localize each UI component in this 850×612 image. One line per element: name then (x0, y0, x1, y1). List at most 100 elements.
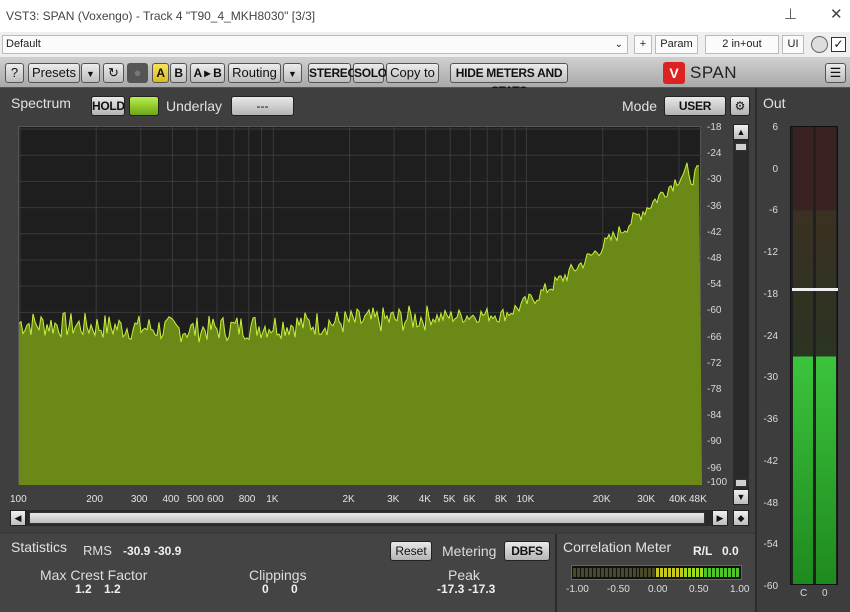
correlation-segment (604, 568, 608, 577)
correlation-segment (664, 568, 668, 577)
hold-led[interactable] (129, 96, 159, 116)
y-tick-label: -18 (707, 122, 722, 133)
y-tick-label: -24 (707, 148, 722, 160)
scroll-left-button[interactable]: ◀ (10, 510, 26, 526)
copy-a-to-b-button[interactable]: A ▸ B (190, 63, 225, 83)
plugin-toolbar: ? Presets ▼ ↻ ● A B A ▸ B Routing ▼ STER… (0, 58, 850, 98)
pin-icon[interactable]: ⊥ (784, 5, 797, 23)
correlation-segment (652, 568, 656, 577)
wet-knob-icon[interactable] (811, 36, 828, 53)
spectrum-plot[interactable] (18, 126, 702, 485)
correlation-segment (588, 568, 592, 577)
hold-button[interactable]: HOLD (91, 96, 125, 116)
x-tick-label: 600 (207, 494, 224, 505)
menu-button[interactable]: ☰ (825, 63, 846, 83)
reset-button[interactable]: Reset (390, 541, 432, 561)
mode-select[interactable]: USER (664, 96, 726, 116)
correlation-segment (640, 568, 644, 577)
vertical-scroll-thumb[interactable] (735, 143, 747, 151)
clippings-label: Clippings (249, 567, 307, 583)
out-tick-label: -24 (763, 330, 778, 342)
metering-select[interactable]: DBFS (504, 541, 550, 561)
horizontal-scroll-thumb[interactable] (29, 512, 705, 524)
correlation-segment (672, 568, 676, 577)
enable-checkbox[interactable]: ✓ (831, 37, 846, 52)
correlation-segment (735, 568, 739, 577)
undo-button[interactable]: ↻ (103, 63, 124, 83)
correlation-segment (668, 568, 672, 577)
preset-select[interactable]: Default ⌄ (2, 35, 628, 54)
underlay-select[interactable]: --- (231, 96, 294, 116)
io-button[interactable]: 2 in+out (705, 35, 779, 54)
host-plugin-bar: Default ⌄ + Param 2 in+out UI ✓ (0, 32, 850, 58)
settings-button[interactable]: ⚙ (730, 96, 750, 116)
state-a-button[interactable]: A (152, 63, 169, 83)
chevron-down-icon: ⌄ (614, 39, 623, 50)
correlation-segment (707, 568, 711, 577)
gear-icon: ⚙ (734, 99, 746, 113)
correlation-segment (715, 568, 719, 577)
solo-button[interactable]: SOLO (353, 63, 387, 83)
presets-dropdown[interactable]: ▼ (81, 63, 100, 83)
vertical-scrollbar[interactable] (733, 124, 749, 505)
correlation-segment (696, 568, 699, 577)
correlation-segment (592, 568, 596, 577)
crest-right-value: 1.2 (104, 582, 121, 596)
y-tick-label: -36 (707, 200, 722, 212)
correlation-segment (580, 568, 584, 577)
reset-zoom-button[interactable]: ◆ (733, 510, 749, 526)
output-meter (790, 126, 838, 585)
correlation-segment (700, 568, 703, 577)
help-button[interactable]: ? (5, 63, 24, 83)
hide-meters-button[interactable]: HIDE METERS AND STATS (450, 63, 568, 98)
correlation-segment (576, 568, 580, 577)
rms-left-value: -30.9 (123, 544, 151, 558)
close-icon[interactable]: ✕ (830, 5, 843, 23)
out-tick-label: -6 (769, 205, 778, 217)
out-tick-label: -54 (763, 539, 778, 551)
product-name: SPAN (690, 63, 738, 82)
param-button[interactable]: Param (655, 35, 698, 54)
scroll-right-button[interactable]: ▶ (712, 510, 728, 526)
routing-button[interactable]: Routing (228, 63, 281, 83)
rms-label: RMS (83, 543, 112, 558)
correlation-segment (680, 568, 684, 577)
ui-button[interactable]: UI (782, 35, 804, 54)
clippings-right-value: 0 (291, 582, 298, 596)
state-b-button[interactable]: B (170, 63, 187, 83)
x-tick-label: 100 (10, 494, 27, 505)
vertical-scroll-thumb-bottom[interactable] (735, 479, 747, 487)
out-tick-label: -36 (763, 414, 778, 426)
scroll-down-button[interactable]: ▼ (733, 489, 749, 505)
peak-left-value: -17.3 (437, 582, 465, 596)
clippings-left-value: 0 (262, 582, 269, 596)
copy-to-button[interactable]: Copy to (386, 63, 439, 83)
redo-button[interactable]: ● (127, 63, 148, 83)
y-tick-label: -54 (707, 279, 722, 291)
peak-hold-line (792, 288, 838, 292)
correlation-tick: -1.00 (566, 584, 589, 595)
correlation-segment (660, 568, 664, 577)
mode-label: Mode (622, 98, 658, 114)
correlation-meter (571, 565, 742, 580)
correlation-segment (600, 568, 604, 577)
metering-label: Metering (442, 543, 497, 559)
correlation-value: 0.0 (722, 544, 739, 558)
correlation-tick: 1.00 (730, 584, 750, 595)
meter-left-channel (793, 127, 813, 584)
x-tick-label: 3K (387, 494, 400, 505)
correlation-segment (719, 568, 723, 577)
correlation-tick: 0.00 (648, 584, 668, 595)
correlation-segment (703, 568, 707, 577)
presets-button[interactable]: Presets (28, 63, 80, 83)
crest-label: Max Crest Factor (40, 567, 148, 583)
scroll-up-button[interactable]: ▲ (733, 124, 749, 140)
spectrum-title: Spectrum (11, 95, 71, 111)
routing-dropdown[interactable]: ▼ (283, 63, 302, 83)
correlation-tick: -0.50 (607, 584, 630, 595)
voxengo-logo-icon: V (663, 62, 685, 84)
add-button[interactable]: + (634, 35, 652, 54)
statistics-title: Statistics (11, 539, 68, 555)
stereo-button[interactable]: STEREO (308, 63, 357, 83)
crest-left-value: 1.2 (75, 582, 92, 596)
